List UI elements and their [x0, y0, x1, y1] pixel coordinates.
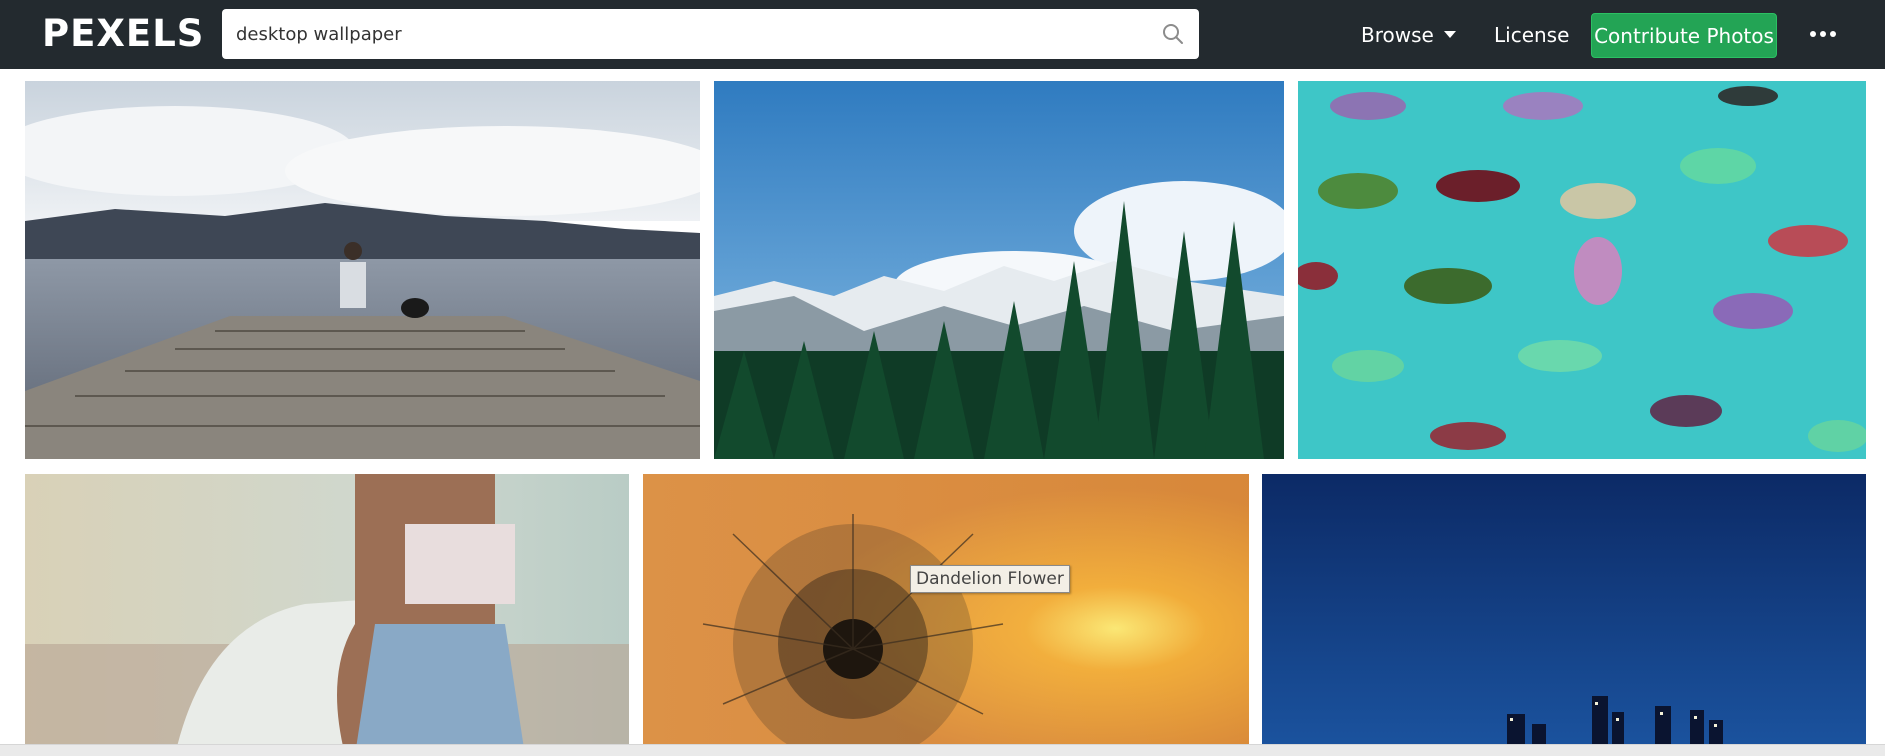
photo-toy-dinosaurs[interactable] — [1298, 81, 1866, 459]
photo-woman-car[interactable] — [25, 474, 629, 755]
browse-label: Browse — [1361, 23, 1434, 47]
photo-title-tooltip: Dandelion Flower — [910, 565, 1070, 593]
photo-dandelion[interactable] — [643, 474, 1249, 755]
photo-pier[interactable] — [25, 81, 700, 459]
pexels-logo[interactable]: PEXELS — [42, 14, 204, 54]
photo-city-night[interactable] — [1262, 474, 1866, 755]
search-box[interactable] — [222, 9, 1199, 59]
contribute-photos-button[interactable]: Contribute Photos — [1591, 13, 1777, 58]
browse-menu[interactable]: Browse — [1361, 22, 1456, 48]
photo-mountains-forest[interactable] — [714, 81, 1284, 459]
top-navigation-bar: PEXELS Browse License Contribute Photos — [0, 0, 1885, 69]
chevron-down-icon — [1443, 31, 1456, 38]
more-options-icon[interactable] — [1810, 31, 1840, 39]
search-input[interactable] — [236, 9, 1136, 59]
license-link[interactable]: License — [1494, 22, 1569, 48]
search-icon[interactable] — [1161, 22, 1185, 46]
horizontal-scrollbar[interactable] — [0, 744, 1885, 756]
